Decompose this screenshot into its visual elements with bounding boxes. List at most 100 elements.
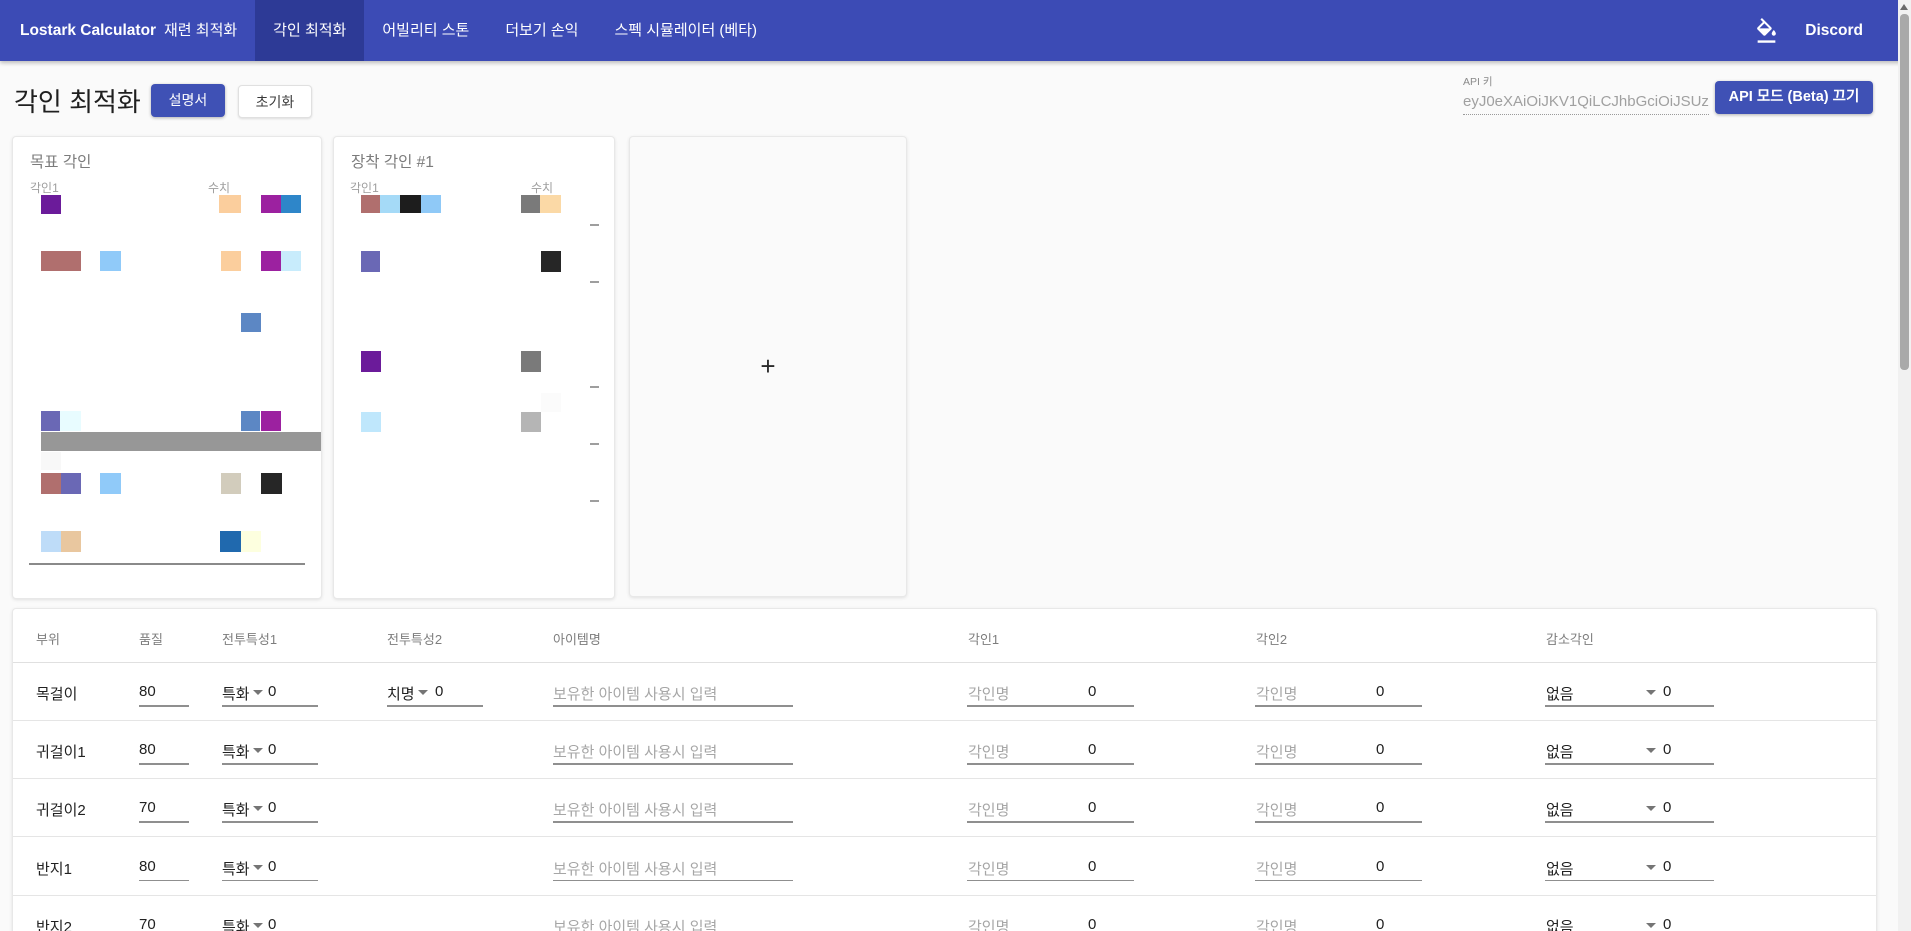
reduction-select[interactable]: 없음 <box>1546 858 1574 879</box>
scrollbar-thumb[interactable] <box>1900 14 1909 370</box>
quality-input[interactable]: 80 <box>139 741 156 758</box>
nav-tab-2[interactable]: 어빌리티 스톤 <box>364 0 487 61</box>
column-header-part: 부위 <box>36 632 60 647</box>
api-mode-toggle-button[interactable]: API 모드 (Beta) 끄기 <box>1715 81 1873 114</box>
engraving2-value-input[interactable]: 0 <box>1376 858 1384 875</box>
engraving-column-label: 각인1 <box>30 181 59 195</box>
engraving-icon-block <box>361 412 381 432</box>
brand-link[interactable]: Lostark Calculator <box>20 0 156 61</box>
engraving1-name-input[interactable]: 각인명 <box>968 683 1009 704</box>
scroll-up-arrow[interactable] <box>1900 4 1908 10</box>
engraving2-name-input[interactable]: 각인명 <box>1256 916 1297 931</box>
quality-input[interactable]: 70 <box>139 916 156 931</box>
engraving1-value-input[interactable]: 0 <box>1088 741 1096 758</box>
engraving1-value-input[interactable]: 0 <box>1088 683 1096 700</box>
combat-stat1-value[interactable]: 0 <box>268 858 276 875</box>
engraving-icon-block <box>421 195 441 213</box>
column-header-reduce: 감소각인 <box>1546 632 1594 647</box>
chevron-down-icon <box>253 864 263 870</box>
reduction-value-input[interactable]: 0 <box>1663 741 1671 758</box>
engraving-icon-block <box>241 411 260 431</box>
engraving2-value-input[interactable]: 0 <box>1376 683 1384 700</box>
reduction-select[interactable]: 없음 <box>1546 799 1574 820</box>
engraving2-value-input[interactable]: 0 <box>1376 741 1384 758</box>
chevron-down-icon <box>418 690 428 695</box>
engraving2-value-input[interactable]: 0 <box>1376 799 1384 816</box>
item-name-input[interactable]: 보유한 아이템 사용시 입력 <box>553 683 717 704</box>
combat-stat1-value[interactable]: 0 <box>268 683 276 700</box>
part-label: 반지1 <box>36 860 72 878</box>
input-underline <box>387 705 483 707</box>
vertical-scrollbar[interactable] <box>1898 0 1911 931</box>
reduction-select[interactable]: 없음 <box>1546 683 1574 704</box>
discord-link[interactable]: Discord <box>1805 22 1863 40</box>
engraving-icon-block <box>41 195 61 214</box>
engraving1-name-input[interactable]: 각인명 <box>968 858 1009 879</box>
combat-stat2-value[interactable]: 0 <box>435 683 443 700</box>
item-name-input[interactable]: 보유한 아이템 사용시 입력 <box>553 799 717 820</box>
combat-stat2-select[interactable]: 치명 <box>387 683 415 704</box>
add-engraving-card[interactable]: + <box>629 136 907 597</box>
engraving2-name-input[interactable]: 각인명 <box>1256 741 1297 762</box>
engraving1-value-input[interactable]: 0 <box>1088 799 1096 816</box>
combat-stat1-select[interactable]: 특화 <box>222 683 250 704</box>
combat-stat1-select[interactable]: 특화 <box>222 916 250 931</box>
combat-stat1-value[interactable]: 0 <box>268 741 276 758</box>
quality-input[interactable]: 80 <box>139 683 156 700</box>
engraving-icon-block <box>41 411 60 431</box>
table-row-목걸이: 목걸이 80 특화 0 치명 0 보유한 아이템 사용시 입력 각인명 0 각인명 0 없음 0 <box>13 663 1876 721</box>
engraving-icon-block <box>219 195 241 213</box>
engraving1-value-input[interactable]: 0 <box>1088 858 1096 875</box>
nav-tab-0[interactable]: 재련 최적화 <box>146 0 255 61</box>
combat-stat1-value[interactable]: 0 <box>268 916 276 931</box>
api-key-input[interactable]: eyJ0eXAiOiJKV1QiLCJhbGciOiJSUzI1N <box>1463 93 1709 115</box>
engraving2-name-input[interactable]: 각인명 <box>1256 683 1297 704</box>
quality-input[interactable]: 70 <box>139 799 156 816</box>
reduction-value-input[interactable]: 0 <box>1663 799 1671 816</box>
nav-tab-3[interactable]: 더보기 손익 <box>487 0 596 61</box>
engraving1-name-input[interactable]: 각인명 <box>968 741 1009 762</box>
input-underline <box>967 821 1134 823</box>
plus-icon[interactable]: + <box>630 353 906 379</box>
quality-input[interactable]: 80 <box>139 858 156 875</box>
nav-tab-4[interactable]: 스펙 시뮬레이터 (베타) <box>596 0 775 61</box>
part-label: 귀걸이2 <box>36 802 86 820</box>
chevron-down-icon <box>1646 864 1656 870</box>
reduction-select[interactable]: 없음 <box>1546 916 1574 931</box>
column-header-eng2: 각인2 <box>1256 632 1288 647</box>
nav-tab-1[interactable]: 각인 최적화 <box>255 0 365 61</box>
column-header-quality: 품질 <box>139 632 163 647</box>
input-underline <box>553 763 793 765</box>
item-name-input[interactable]: 보유한 아이템 사용시 입력 <box>553 916 717 931</box>
card-title: 장착 각인 #1 <box>351 154 434 171</box>
reset-button[interactable]: 초기화 <box>238 85 312 118</box>
manual-button[interactable]: 설명서 <box>151 84 225 117</box>
combat-stat1-select[interactable]: 특화 <box>222 799 250 820</box>
engraving-icon-block <box>261 251 281 271</box>
reduction-select[interactable]: 없음 <box>1546 741 1574 762</box>
combat-stat1-value[interactable]: 0 <box>268 799 276 816</box>
engraving2-name-input[interactable]: 각인명 <box>1256 799 1297 820</box>
engraving2-value-input[interactable]: 0 <box>1376 916 1384 931</box>
reduction-value-input[interactable]: 0 <box>1663 683 1671 700</box>
part-label: 목걸이 <box>36 686 78 703</box>
reduction-value-input[interactable]: 0 <box>1663 858 1671 875</box>
engraving-icon-block <box>261 411 281 431</box>
chevron-down-icon <box>253 690 263 695</box>
engraving1-name-input[interactable]: 각인명 <box>968 916 1009 931</box>
collapse-dash <box>590 386 599 388</box>
combat-stat1-select[interactable]: 특화 <box>222 741 250 762</box>
paint-bucket-icon[interactable] <box>1754 18 1779 43</box>
item-name-input[interactable]: 보유한 아이템 사용시 입력 <box>553 741 717 762</box>
item-name-input[interactable]: 보유한 아이템 사용시 입력 <box>553 858 717 879</box>
engraving2-name-input[interactable]: 각인명 <box>1256 858 1297 879</box>
engraving-icon-block <box>41 531 61 552</box>
engraving-column-label: 각인1 <box>350 181 379 195</box>
chevron-down-icon <box>253 748 263 754</box>
input-underline <box>1545 763 1714 765</box>
engraving1-name-input[interactable]: 각인명 <box>968 799 1009 820</box>
engraving1-value-input[interactable]: 0 <box>1088 916 1096 931</box>
collapse-dash <box>590 443 599 445</box>
reduction-value-input[interactable]: 0 <box>1663 916 1671 931</box>
combat-stat1-select[interactable]: 특화 <box>222 858 250 879</box>
